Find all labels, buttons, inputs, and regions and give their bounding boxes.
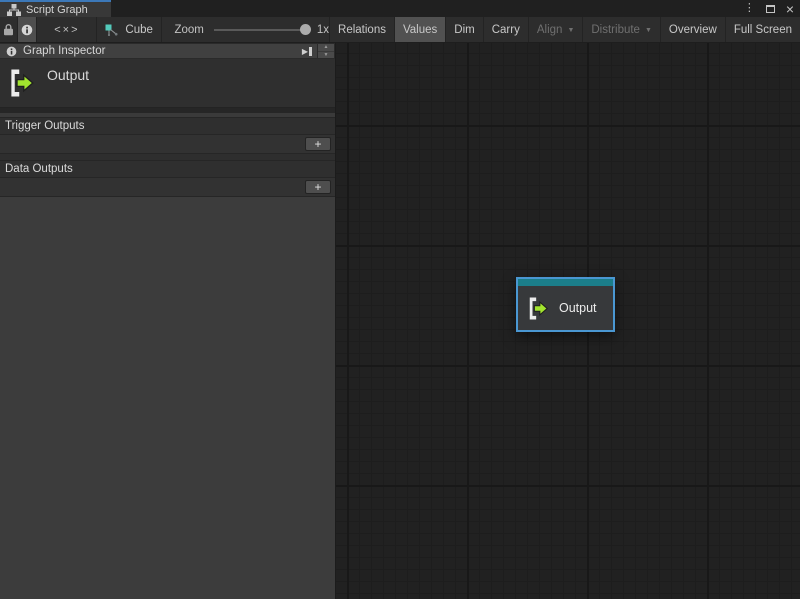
data-outputs-label: Data Outputs (5, 163, 73, 175)
chevron-down-icon: ▼ (645, 27, 652, 34)
align-button[interactable]: Align ▼ (529, 17, 584, 42)
overview-button[interactable]: Overview (661, 17, 726, 42)
tab-script-graph[interactable]: Script Graph (0, 0, 111, 17)
chevron-down-icon: ▼ (567, 27, 574, 34)
dock-panel-button[interactable]: ▶ (297, 44, 317, 58)
script-graph-icon (7, 4, 21, 16)
graph-node-icon (105, 24, 118, 36)
graph-canvas[interactable]: Output (336, 43, 800, 599)
overview-label: Overview (669, 24, 717, 36)
data-outputs-list: + (0, 178, 335, 197)
inspector-spinner: ▲ ▼ (318, 43, 335, 59)
unit-preview-title: Output (47, 67, 89, 107)
dock-bar-icon (309, 47, 312, 56)
inspector-toggle-button[interactable] (18, 17, 37, 42)
divider (0, 154, 335, 161)
data-outputs-header: Data Outputs (0, 161, 335, 178)
distribute-button[interactable]: Distribute ▼ (583, 17, 661, 42)
trigger-outputs-list: + (0, 135, 335, 154)
output-unit-icon (527, 296, 549, 321)
dim-label: Dim (454, 24, 474, 36)
inspector-title: Graph Inspector (23, 45, 105, 57)
window-controls: ⋮ × (744, 1, 794, 16)
info-icon (6, 46, 17, 57)
output-unit-icon (8, 66, 35, 100)
graph-name-label: Cube (125, 24, 153, 36)
values-button[interactable]: Values (395, 17, 446, 42)
tab-label: Script Graph (26, 4, 88, 16)
maximize-icon[interactable] (766, 5, 775, 13)
add-data-output-button[interactable]: + (305, 180, 331, 194)
spinner-up-button[interactable]: ▲ (318, 44, 334, 52)
carry-label: Carry (492, 24, 520, 36)
dim-button[interactable]: Dim (446, 17, 483, 42)
graph-inspector-panel: Graph Inspector ▶ ▲ ▼ Output Trigger Out… (0, 43, 336, 599)
trigger-outputs-label: Trigger Outputs (5, 120, 84, 132)
spinner-down-button[interactable]: ▼ (318, 52, 334, 59)
code-icon: <×> (54, 24, 79, 36)
inspector-header-bar[interactable]: Graph Inspector ▶ (0, 43, 318, 59)
close-icon[interactable]: × (786, 3, 794, 15)
main-area: Graph Inspector ▶ ▲ ▼ Output Trigger Out… (0, 43, 800, 599)
titlebar: Script Graph ⋮ × (0, 0, 800, 17)
output-node-header (518, 279, 613, 286)
zoom-control: Zoom 1x (162, 17, 329, 42)
zoom-slider[interactable] (214, 29, 309, 31)
zoom-value: 1x (317, 24, 329, 36)
values-label: Values (403, 24, 437, 36)
zoom-slider-knob[interactable] (300, 24, 311, 35)
fullscreen-button[interactable]: Full Screen (726, 17, 800, 42)
output-node[interactable]: Output (516, 277, 615, 332)
relations-button[interactable]: Relations (330, 17, 395, 42)
lock-button[interactable] (0, 17, 18, 42)
inspector-header: Graph Inspector ▶ ▲ ▼ (0, 43, 335, 59)
fullscreen-label: Full Screen (734, 24, 792, 36)
trigger-outputs-header: Trigger Outputs (0, 118, 335, 135)
toolbar: <×> Cube Zoom 1x Relations Values Dim Ca… (0, 17, 800, 43)
code-view-button[interactable]: <×> (37, 17, 97, 42)
dock-arrow-icon: ▶ (302, 47, 308, 56)
output-node-title: Output (559, 301, 597, 315)
relations-label: Relations (338, 24, 386, 36)
info-icon (21, 24, 33, 36)
output-node-body: Output (518, 286, 613, 330)
lock-icon (3, 23, 14, 36)
align-label: Align (537, 24, 563, 36)
window-menu-icon[interactable]: ⋮ (744, 3, 755, 14)
carry-button[interactable]: Carry (484, 17, 529, 42)
inspector-empty-area (0, 197, 335, 599)
unit-preview: Output (0, 59, 335, 108)
graph-context[interactable]: Cube (97, 17, 162, 42)
add-trigger-output-button[interactable]: + (305, 137, 331, 151)
distribute-label: Distribute (591, 24, 640, 36)
zoom-label: Zoom (174, 24, 203, 36)
